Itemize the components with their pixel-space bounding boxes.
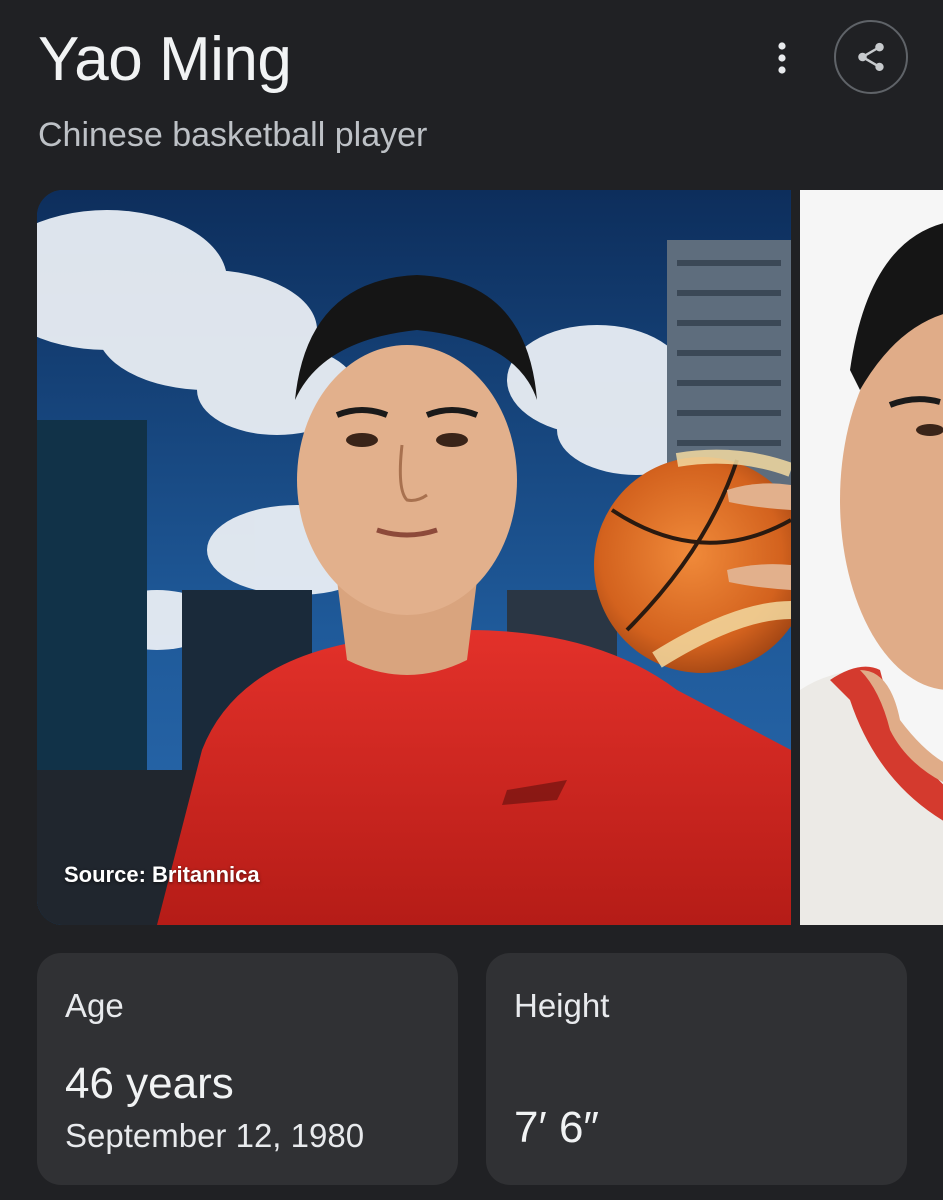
more-vert-icon — [778, 42, 786, 74]
main-photo[interactable]: Source: Britannica — [37, 190, 791, 925]
age-card[interactable]: Age 46 years September 12, 1980 — [37, 953, 458, 1185]
entity-subtitle: Chinese basketball player — [38, 116, 428, 154]
age-label: Age — [65, 987, 124, 1024]
secondary-photo[interactable] — [800, 190, 943, 925]
share-icon — [858, 42, 884, 72]
entity-title: Yao Ming — [38, 25, 292, 94]
age-value: 46 years — [65, 1059, 234, 1108]
height-card[interactable]: Height 7′ 6″ — [486, 953, 907, 1185]
knowledge-panel: Yao Ming Chinese basketball player Sourc… — [0, 0, 943, 1200]
share-button[interactable] — [834, 20, 908, 94]
player-portrait-illustration — [37, 190, 791, 925]
more-options-button[interactable] — [762, 38, 802, 78]
height-value: 7′ 6″ — [514, 1103, 599, 1152]
image-carousel[interactable]: Source: Britannica — [37, 190, 943, 925]
height-label: Height — [514, 987, 610, 1024]
player-headshot-illustration — [800, 190, 943, 925]
image-source-caption: Source: Britannica — [64, 862, 260, 887]
birth-date: September 12, 1980 — [65, 1117, 365, 1154]
